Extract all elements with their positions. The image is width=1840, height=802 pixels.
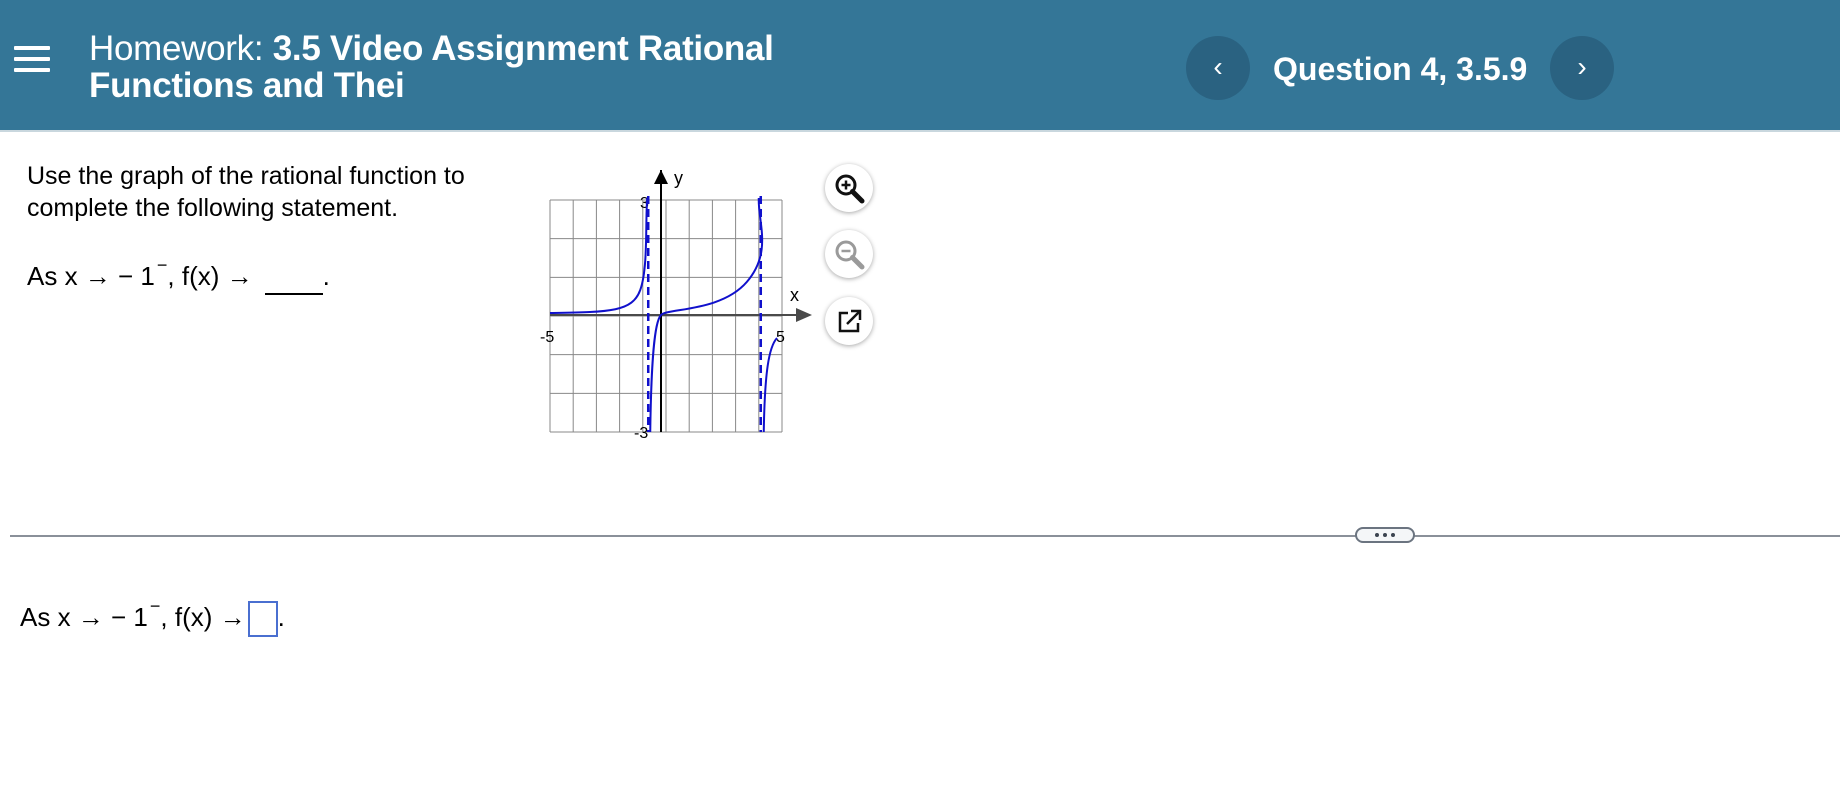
answer-period: . [277, 602, 285, 632]
curve-right-branch [762, 337, 778, 433]
statement-blank [264, 265, 323, 295]
top-bar: Homework: 3.5 Video Assignment Rational … [0, 0, 1840, 132]
question-label: Question 4, 3.5.9 [1273, 51, 1528, 87]
answer-superscript: − [149, 596, 161, 616]
curve-left-branch [549, 197, 649, 314]
chevron-right-icon: › [1577, 51, 1587, 82]
y-axis-label: y [674, 168, 683, 188]
tick-label-x-right: 5 [776, 329, 785, 346]
x-axis-arrow [796, 308, 812, 322]
y-axis-arrow [654, 170, 668, 184]
answer-prefix: As x → − 1 [20, 602, 148, 632]
graph-svg: y x 3 -3 -5 5 [540, 168, 812, 442]
rational-function-graph: y x 3 -3 -5 5 [530, 162, 820, 457]
zoom-in-icon [835, 174, 865, 204]
homework-title: Homework: 3.5 Video Assignment Rational … [89, 30, 849, 104]
statement-prefix: As x → − 1 [27, 261, 155, 291]
question-statement: As x → − 1 −, f(x) →. [27, 255, 330, 295]
pane-resize-handle[interactable] [1355, 527, 1415, 543]
chevron-left-icon: ‹ [1213, 51, 1223, 82]
zoom-out-icon [835, 240, 865, 270]
hamburger-menu-icon[interactable] [14, 46, 50, 78]
zoom-in-button[interactable] [825, 164, 873, 212]
x-axis-label: x [790, 285, 799, 305]
zoom-out-button[interactable] [825, 230, 873, 278]
section-divider [10, 535, 1840, 537]
answer-mid: , f(x) → [160, 602, 246, 632]
previous-question-button[interactable]: ‹ [1186, 36, 1250, 100]
statement-period: . [322, 261, 330, 291]
answer-input-box[interactable] [247, 601, 278, 638]
answer-statement: As x → − 1 −, f(x) →. [20, 596, 285, 638]
tick-label-x-left: -5 [540, 329, 554, 346]
left-limit-superscript: − [156, 255, 168, 275]
external-link-icon [838, 309, 862, 333]
question-prompt: Use the graph of the rational function t… [27, 162, 465, 222]
statement-mid: , f(x) → [167, 261, 253, 291]
tick-label-y-bottom: -3 [634, 425, 648, 442]
popout-graph-button[interactable] [825, 297, 873, 345]
homework-label: Homework: [89, 29, 264, 68]
next-question-button[interactable]: › [1550, 36, 1614, 100]
